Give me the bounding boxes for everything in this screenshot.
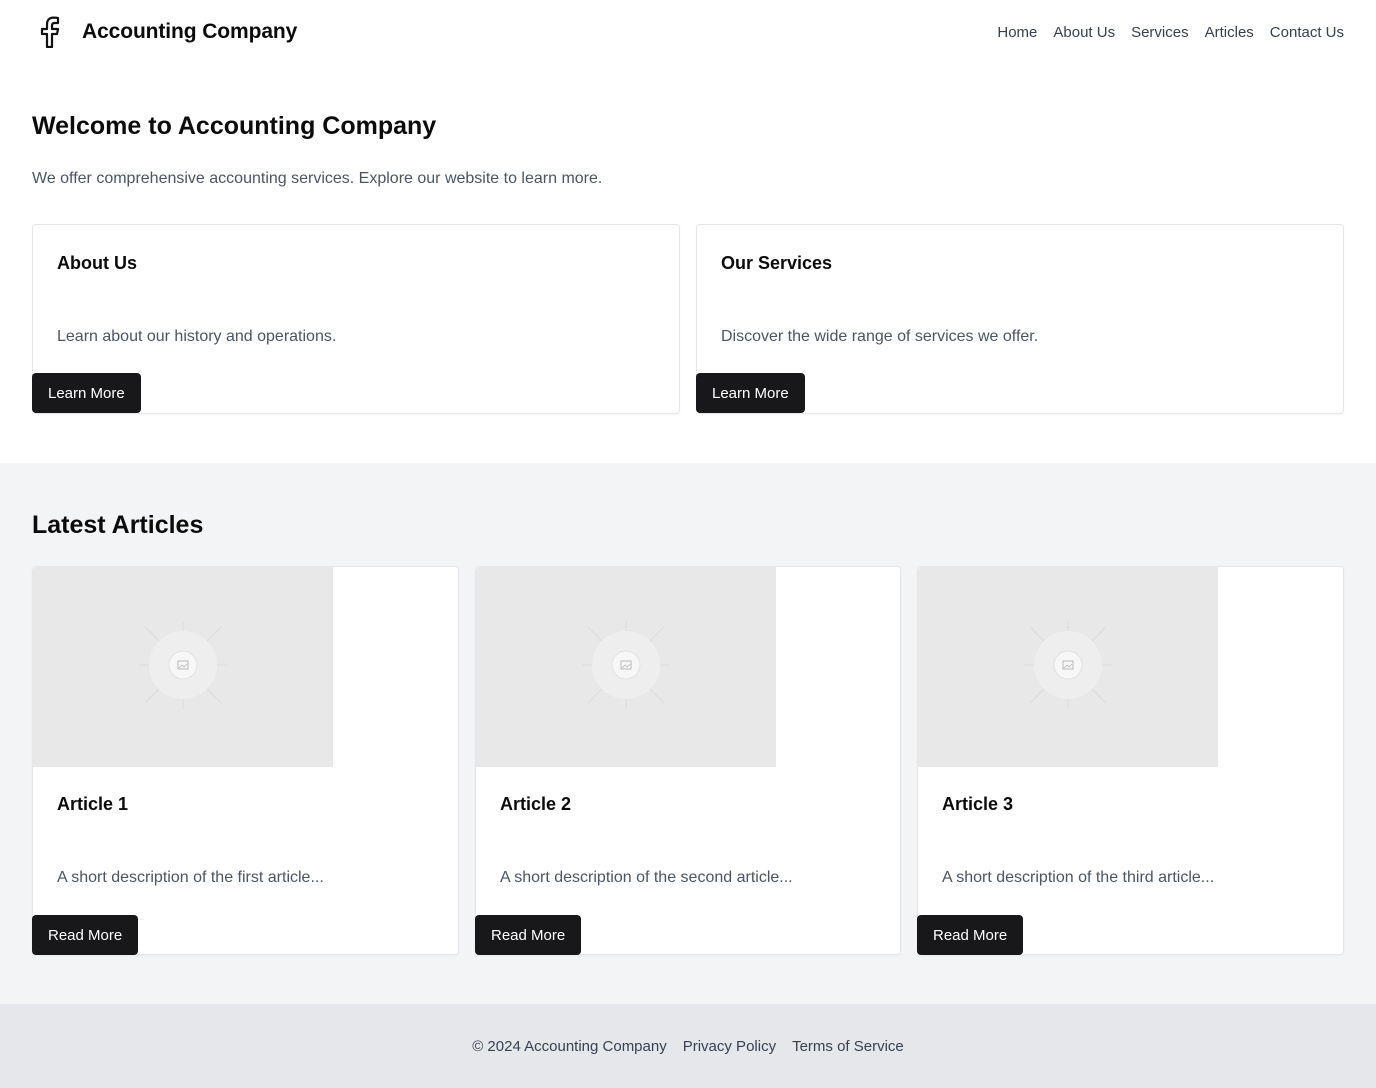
site-footer: © 2024 Accounting Company Privacy Policy…	[0, 1004, 1376, 1088]
facebook-icon[interactable]	[34, 15, 64, 49]
article-title: Article 3	[942, 794, 1014, 814]
article-title: Article 1	[57, 794, 129, 814]
article-image	[918, 567, 1218, 767]
card-title: Our Services	[721, 253, 833, 273]
article-description: A short description of the third article…	[942, 869, 1215, 886]
brand[interactable]: Accounting Company	[32, 15, 297, 49]
about-us-card: About Us Learn about our history and ope…	[32, 224, 680, 414]
article-card: Article 3 A short description of the thi…	[917, 566, 1344, 955]
image-placeholder-icon	[576, 615, 676, 720]
article-image	[476, 567, 776, 767]
brand-name: Accounting Company	[82, 20, 298, 43]
image-placeholder-icon	[133, 615, 233, 720]
latest-articles-section: Latest Articles Article 1 A short descri…	[0, 463, 1376, 1004]
article-card: Article 1 A short description of the fir…	[32, 566, 459, 955]
our-services-card: Our Services Discover the wide range of …	[696, 224, 1344, 414]
article-image	[33, 567, 333, 767]
article-title: Article 2	[500, 794, 572, 814]
nav-articles[interactable]: Articles	[1205, 24, 1254, 41]
nav-contact-us[interactable]: Contact Us	[1270, 24, 1344, 41]
site-header: Accounting Company Home About Us Service…	[0, 0, 1376, 64]
footer-privacy-policy-link[interactable]: Privacy Policy	[683, 1038, 776, 1055]
section-title: Latest Articles	[32, 511, 204, 539]
footer-terms-of-service-link[interactable]: Terms of Service	[792, 1038, 904, 1055]
read-more-button[interactable]: Read More	[32, 915, 139, 955]
article-description: A short description of the first article…	[57, 869, 324, 886]
learn-more-button[interactable]: Learn More	[32, 373, 141, 413]
article-card: Article 2 A short description of the sec…	[475, 566, 901, 955]
page-title: Welcome to Accounting Company	[32, 112, 437, 140]
nav-home[interactable]: Home	[997, 24, 1037, 41]
image-placeholder-icon	[1018, 615, 1118, 720]
card-text: Discover the wide range of services we o…	[721, 328, 1039, 345]
article-description: A short description of the second articl…	[500, 869, 793, 886]
nav-services[interactable]: Services	[1131, 24, 1189, 41]
nav-about-us[interactable]: About Us	[1053, 24, 1115, 41]
learn-more-button[interactable]: Learn More	[696, 373, 805, 413]
main-nav: Home About Us Services Articles Contact …	[997, 24, 1344, 41]
hero-subtitle: We offer comprehensive accounting servic…	[32, 170, 603, 187]
footer-copyright: © 2024 Accounting Company	[472, 1037, 667, 1055]
read-more-button[interactable]: Read More	[917, 915, 1024, 955]
card-text: Learn about our history and operations.	[57, 328, 337, 345]
read-more-button[interactable]: Read More	[475, 915, 582, 955]
card-title: About Us	[57, 253, 137, 273]
